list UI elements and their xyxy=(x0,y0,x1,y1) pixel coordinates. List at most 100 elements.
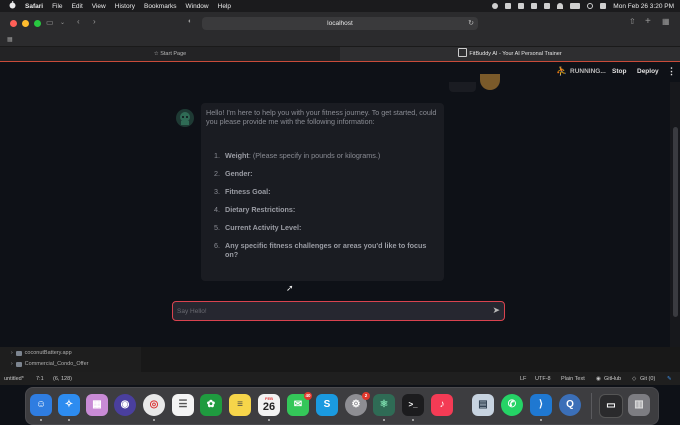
feedback-icon[interactable]: ✎ xyxy=(667,376,672,382)
forward-icon[interactable]: › xyxy=(93,17,96,26)
reload-icon[interactable]: ↻ xyxy=(468,17,474,30)
notes-icon[interactable]: ≡ xyxy=(229,394,251,416)
privacy-shield-icon[interactable]: ◐ xyxy=(188,18,192,25)
music-icon[interactable]: ♪ xyxy=(431,394,453,416)
status-mode[interactable]: Plain Text xyxy=(561,376,585,382)
grid-icon[interactable]: ▦ xyxy=(7,36,13,43)
control-center-icon[interactable] xyxy=(600,3,607,9)
send-icon[interactable]: ➤ xyxy=(492,305,500,316)
list-label: Gender: xyxy=(225,169,253,178)
siri-icon[interactable]: ◉ xyxy=(114,394,136,416)
chat-input[interactable] xyxy=(177,302,477,320)
messages-badge: 40 xyxy=(304,392,312,400)
fitbuddy-favicon-icon xyxy=(458,48,468,57)
list-number: 4. xyxy=(214,205,220,214)
favorites-bar: ▦ xyxy=(0,35,680,46)
scrollbar-thumb[interactable] xyxy=(673,127,678,317)
skype-icon[interactable]: S xyxy=(316,394,338,416)
menu-datetime[interactable]: Mon Feb 26 3:20 PM xyxy=(613,3,674,10)
status-icon-1[interactable] xyxy=(505,3,512,9)
github-icon: ◉ xyxy=(596,376,601,382)
screen-capture-icon[interactable]: ▭ xyxy=(599,394,623,418)
launchpad-icon[interactable]: ▦ xyxy=(86,394,108,416)
whatsapp-icon[interactable]: ✆ xyxy=(501,394,523,416)
running-indicator xyxy=(40,419,42,421)
atom-icon[interactable]: ⚛ xyxy=(373,394,395,416)
menu-window[interactable]: Window xyxy=(186,3,209,10)
tab-label: FitBuddy AI - Your AI Personal Trainer xyxy=(469,51,562,57)
system-settings-icon[interactable]: ⚙ 2 xyxy=(345,392,370,416)
previous-message-bubble xyxy=(449,82,476,92)
editor-status-bar: untitled* 7:1 (6, 128) LF UTF-8 Plain Te… xyxy=(0,372,680,385)
file-row[interactable]: › Commercial_Condo_Offer xyxy=(11,361,88,367)
deploy-button[interactable]: Deploy xyxy=(637,68,659,75)
stop-button[interactable]: Stop xyxy=(612,68,626,75)
preview-icon[interactable]: ▤ xyxy=(472,394,494,416)
running-indicator xyxy=(68,419,70,421)
wifi-icon[interactable] xyxy=(557,3,564,9)
trash-icon[interactable]: ▥ xyxy=(628,394,650,416)
back-icon[interactable]: ‹ xyxy=(77,17,80,26)
terminal-icon[interactable]: >_ xyxy=(402,394,424,416)
sidebar-toggle-icon[interactable]: ▭ xyxy=(46,18,54,27)
list-item: 1. Weight: (Please specify in pounds or k… xyxy=(206,151,438,160)
menu-help[interactable]: Help xyxy=(218,3,231,10)
zoom-window-button[interactable] xyxy=(34,20,41,27)
vscode-icon[interactable]: ⟩ xyxy=(530,394,552,416)
tab-start-page[interactable]: ☆ Start Page xyxy=(0,47,340,62)
dock-separator xyxy=(591,393,592,419)
safari-icon[interactable]: ✧ xyxy=(58,394,80,416)
folder-icon xyxy=(15,361,22,367)
status-line-ending[interactable]: LF xyxy=(520,376,526,382)
message-intro: Hello! I'm here to help you with your fi… xyxy=(206,108,437,126)
status-icon-4[interactable] xyxy=(544,3,551,9)
menu-app-safari[interactable]: Safari xyxy=(25,3,43,10)
evernote-icon[interactable]: ✿ xyxy=(200,394,222,416)
list-item: 3. Fitness Goal: xyxy=(206,187,438,196)
status-git[interactable]: Git (0) xyxy=(640,376,655,382)
search-icon[interactable] xyxy=(587,3,594,9)
record-icon[interactable] xyxy=(492,3,499,9)
menu-bookmarks[interactable]: Bookmarks xyxy=(144,3,177,10)
file-row[interactable]: › coconutBattery.app xyxy=(11,350,72,356)
running-indicator xyxy=(412,419,414,421)
reminders-icon[interactable]: ☰ xyxy=(172,394,194,416)
file-name: coconutBattery.app xyxy=(24,350,72,356)
status-icon-2[interactable] xyxy=(518,3,525,9)
status-selection: (6, 128) xyxy=(53,376,72,382)
tab-overview-icon[interactable]: ▦ xyxy=(662,17,670,26)
assistant-message: Hello! I'm here to help you with your fi… xyxy=(201,103,444,281)
address-bar[interactable]: localhost ↻ xyxy=(202,17,478,30)
menu-view[interactable]: View xyxy=(92,3,106,10)
calendar-icon[interactable]: FEB 26 xyxy=(258,394,280,416)
finder-icon[interactable]: ☺ xyxy=(30,394,52,416)
status-github[interactable]: GitHub xyxy=(604,376,621,382)
app-header: ⛹ RUNNING... Stop Deploy ⋮ xyxy=(0,62,680,82)
status-encoding[interactable]: UTF-8 xyxy=(535,376,551,382)
share-icon[interactable]: ⇧ xyxy=(629,17,636,26)
running-status: RUNNING... xyxy=(570,68,606,75)
status-position[interactable]: 7:1 xyxy=(36,376,44,382)
battery-icon[interactable] xyxy=(570,3,581,9)
chat-area: Hello! I'm here to help you with your fi… xyxy=(0,74,669,347)
menu-file[interactable]: File xyxy=(52,3,62,10)
messages-icon[interactable]: ✉ 40 xyxy=(287,392,312,416)
list-number: 1. xyxy=(214,151,220,160)
minimize-window-button[interactable] xyxy=(22,20,29,27)
running-indicator xyxy=(153,419,155,421)
chat-scrollbar[interactable] xyxy=(670,82,680,347)
tab-fitbuddy[interactable]: FitBuddy AI - Your AI Personal Trainer xyxy=(340,47,680,62)
chevron-down-icon[interactable]: ⌄ xyxy=(60,19,65,26)
menu-history[interactable]: History xyxy=(115,3,135,10)
chrome-icon[interactable]: ◎ xyxy=(143,394,165,416)
url-text: localhost xyxy=(327,20,353,27)
close-window-button[interactable] xyxy=(10,20,17,27)
apple-icon[interactable] xyxy=(9,1,16,11)
running-indicator xyxy=(540,419,542,421)
status-icon-3[interactable] xyxy=(531,3,538,9)
quicktime-icon[interactable]: Q xyxy=(559,394,581,416)
more-menu-icon[interactable]: ⋮ xyxy=(667,66,676,77)
editor-file-pane: › coconutBattery.app › Commercial_Condo_… xyxy=(0,347,680,372)
new-tab-icon[interactable]: + xyxy=(645,16,651,27)
menu-edit[interactable]: Edit xyxy=(72,3,83,10)
